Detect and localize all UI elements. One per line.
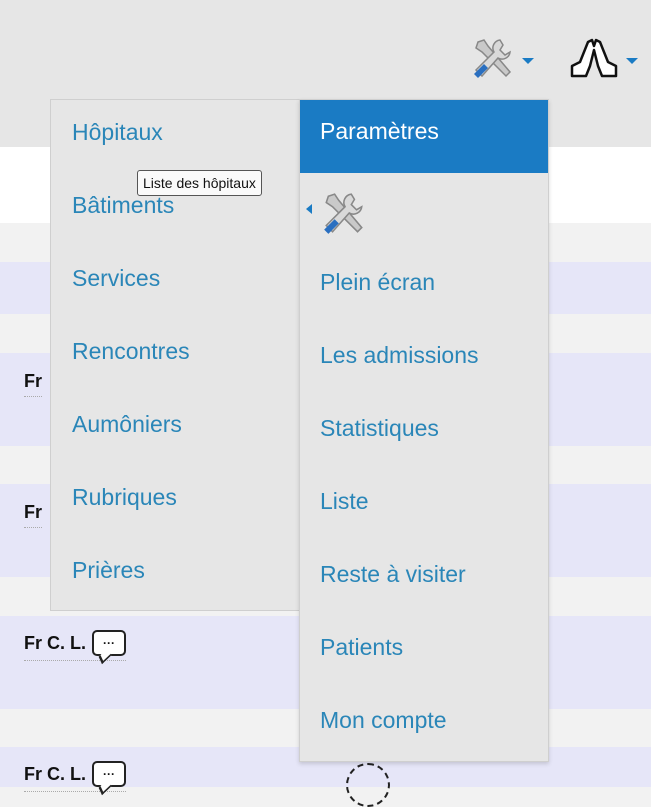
comment-icon[interactable]: ···: [92, 630, 126, 656]
chevron-down-icon: [626, 58, 638, 64]
menu-item-batiments[interactable]: Bâtiments: [72, 192, 174, 219]
row-author: Fr C. L. ···: [24, 761, 126, 792]
menu-item-patients[interactable]: Patients: [320, 634, 403, 661]
tools-menu-button[interactable]: [470, 36, 550, 86]
row-author: Fr: [24, 502, 42, 528]
menu-item-prieres[interactable]: Prières: [72, 557, 145, 584]
tools-icon[interactable]: [320, 190, 368, 243]
row-author: Fr C. L. ···: [24, 630, 126, 661]
settings-menu: Paramètres Plein écran Les admissions St…: [299, 99, 549, 762]
menu-item-aumoniers[interactable]: Aumôniers: [72, 411, 182, 438]
comment-icon[interactable]: ···: [92, 761, 126, 787]
menu-item-plein-ecran[interactable]: Plein écran: [320, 269, 435, 296]
row-author: Fr: [24, 371, 42, 397]
menu-item-hopitaux[interactable]: Hôpitaux: [72, 119, 163, 146]
menu-item-rubriques[interactable]: Rubriques: [72, 484, 177, 511]
menu-item-rencontres[interactable]: Rencontres: [72, 338, 190, 365]
tooltip: Liste des hôpitaux: [137, 170, 262, 196]
menu-item-mon-compte[interactable]: Mon compte: [320, 707, 447, 734]
chevron-left-icon: [306, 204, 312, 214]
menu-item-statistiques[interactable]: Statistiques: [320, 415, 439, 442]
menu-item-reste-a-visiter[interactable]: Reste à visiter: [320, 561, 466, 588]
menu-item-liste[interactable]: Liste: [320, 488, 369, 515]
menu-item-admissions[interactable]: Les admissions: [320, 342, 479, 369]
avatar: [346, 763, 390, 807]
tools-icon: [470, 36, 516, 87]
chevron-down-icon: [522, 58, 534, 64]
menu-item-services[interactable]: Services: [72, 265, 160, 292]
prayer-menu-button[interactable]: [568, 36, 648, 86]
praying-hands-icon: [568, 36, 620, 87]
menu-header-parametres[interactable]: Paramètres: [300, 100, 548, 173]
